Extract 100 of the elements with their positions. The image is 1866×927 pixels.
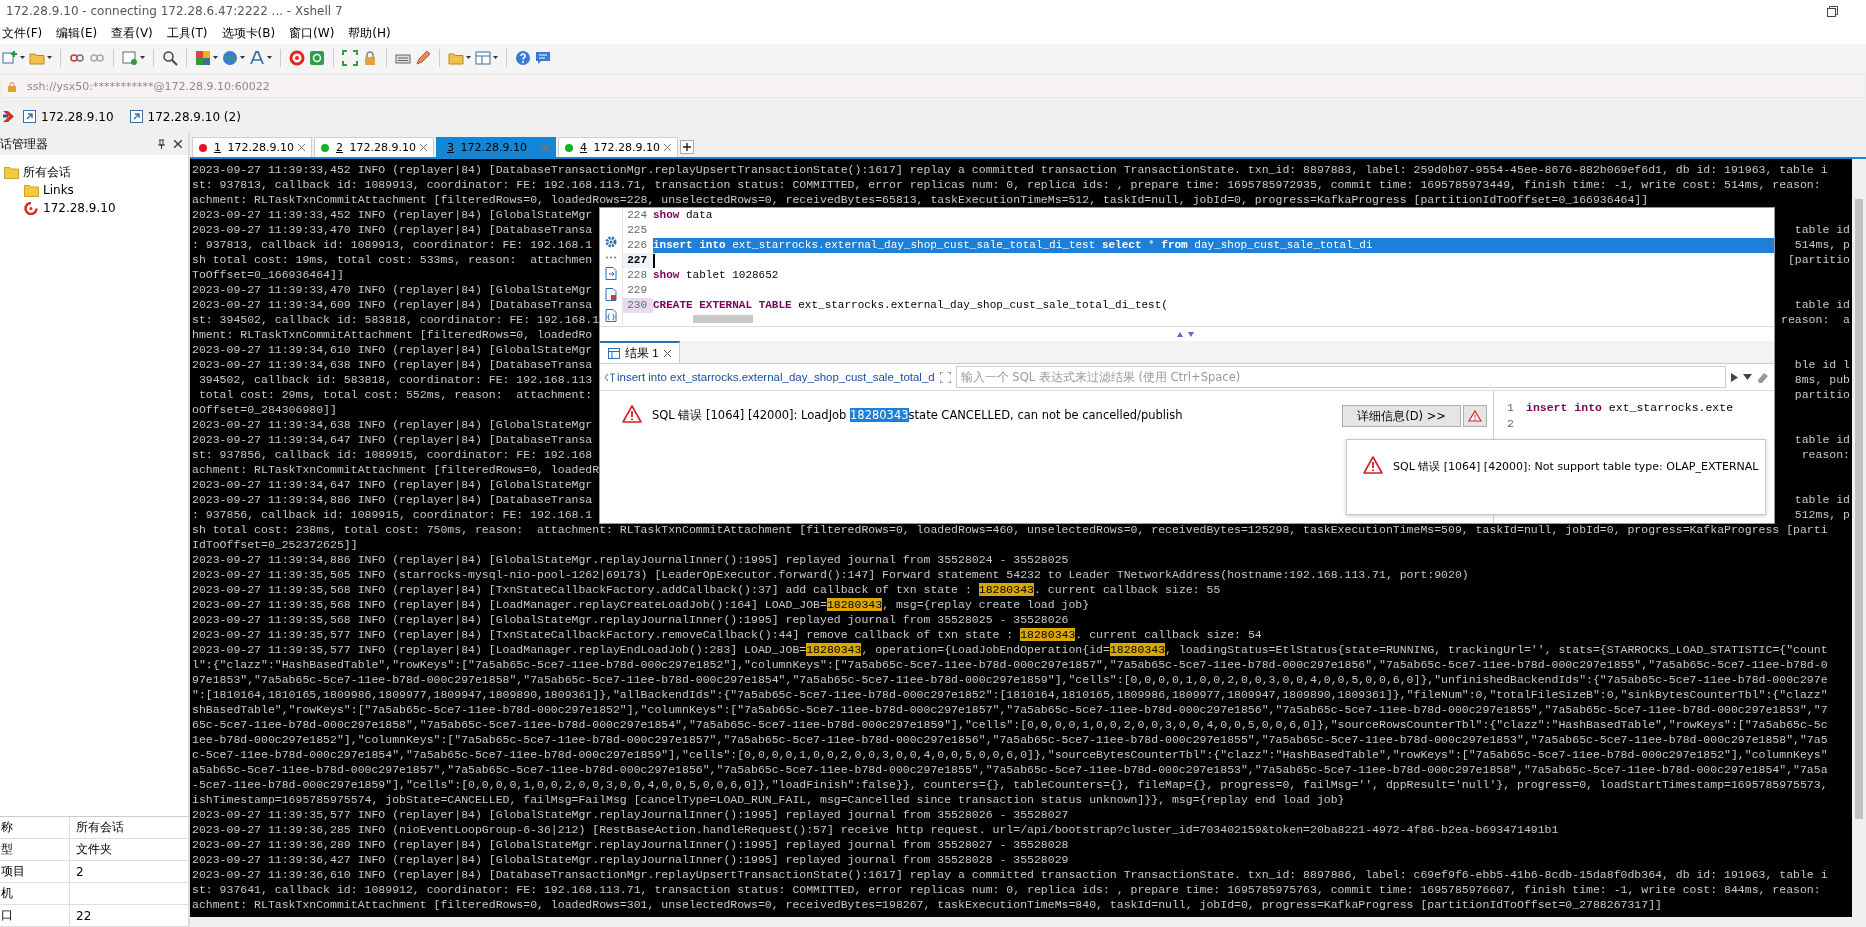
menu-item[interactable]: 查看(V) xyxy=(111,23,153,43)
property-value: 2 xyxy=(75,863,85,881)
fullscreen-icon[interactable] xyxy=(342,50,358,66)
log-line: 2023-09-27 11:39:34,647 INFO (replayer|84) [GlobalStateMgr xyxy=(192,477,593,492)
close-icon[interactable] xyxy=(174,140,182,148)
log-line: sh total cost: 19ms, total cost: 533ms, reason: attachmen xyxy=(192,252,593,267)
line-number: 224 xyxy=(626,208,648,223)
gear-icon[interactable] xyxy=(605,236,617,248)
search-icon[interactable] xyxy=(162,50,178,66)
log-line: 2023-09-27 11:39:34,647 INFO (replayer|84) [DatabaseTransa xyxy=(192,432,593,447)
log-line: 2023-09-27 11:39:34,638 INFO (replayer|84) [GlobalStateMgr xyxy=(192,417,593,432)
session-tab[interactable]: 3 172.28.9.10 xyxy=(436,137,556,157)
warning-icon xyxy=(1363,456,1383,474)
property-name: 型 xyxy=(0,839,70,860)
dots-icon[interactable] xyxy=(605,256,617,259)
menu-item[interactable]: 帮助(H) xyxy=(348,23,391,43)
property-name: 机 xyxy=(0,883,70,904)
session-tab[interactable]: 4 172.28.9.10 xyxy=(558,137,678,157)
pin-icon[interactable] xyxy=(157,139,166,149)
chat-icon[interactable] xyxy=(535,50,551,66)
caret-icon[interactable] xyxy=(140,56,145,60)
scrollbar-thumb[interactable] xyxy=(1855,199,1863,819)
details-button[interactable]: 详细信息(D) >> xyxy=(1342,405,1461,427)
log-line: 2023-09-27 11:39:35,577 INFO (replayer|84) [TxnStateCallbackFactory.removeCallback():44] remove callback of txn state : 18280343. current callback size: 54 xyxy=(192,627,1262,642)
log-line: 2023-09-27 11:39:34,609 INFO (replayer|84) [DatabaseTransa xyxy=(192,297,593,312)
log-line: 8ms, pub xyxy=(1794,372,1850,387)
play-icon[interactable] xyxy=(1731,372,1738,382)
close-icon[interactable] xyxy=(663,349,671,357)
log-line: 2023-09-27 11:39:34,886 INFO (replayer|84) [GlobalStateMgr.replayJournalInner():1995] replayed journal from 35528024 - 35528025 xyxy=(192,552,1069,567)
expand-icon[interactable] xyxy=(939,371,951,383)
session-tab[interactable]: 2 172.28.9.10 xyxy=(314,137,434,157)
log-line: st: 937856, callback id: 1089915, coordinator: FE: 192.168 xyxy=(192,447,593,462)
color-scheme-icon[interactable] xyxy=(195,50,211,66)
dropdown-icon[interactable] xyxy=(1743,374,1752,380)
code-line: show tablet 1028652 xyxy=(653,268,779,283)
notification-message: SQL 错误 [1064] [42000]: Not support table type: OLAP_EXTERNAL xyxy=(1393,459,1759,474)
menu-item[interactable]: 编辑(E) xyxy=(56,23,98,43)
log-line: ble id l xyxy=(1794,357,1850,372)
log-line: 2023-09-27 11:39:33,470 INFO (replayer|84) [GlobalStateMgr xyxy=(192,282,593,297)
quick-link[interactable]: 172.28.9.10 xyxy=(23,109,114,124)
line-number: 230 xyxy=(623,298,653,313)
log-line: : 937856, callback id: 1089915, coordinator: FE: 192.168.1 xyxy=(192,507,593,522)
line-number: 1 xyxy=(1506,399,1514,415)
warning-icon xyxy=(1468,410,1482,422)
add-tab-icon[interactable] xyxy=(680,140,694,154)
caret-icon[interactable] xyxy=(47,56,52,60)
tree-item[interactable]: 172.28.9.10 xyxy=(20,199,116,217)
tree-item[interactable]: Links xyxy=(20,181,74,199)
log-line: achment: RLTaskTxnCommitAttachment [filteredRows=0, loadedRows=228, unselectedRows=0, receivedBytes=65813, taskExecutionTimeMs=512, taskId=null, jobId=0, progress=KafkaProgress [partitionIdToOffset=0_166936464]] xyxy=(192,192,1649,207)
quick-link[interactable]: 172.28.9.10 (2) xyxy=(129,109,241,124)
property-value: 文件夹 xyxy=(75,841,113,858)
session-tab[interactable]: 1 172.28.9.10 xyxy=(192,137,312,157)
log-line: 2023-09-27 11:39:36,285 INFO (nioEventLoopGroup-6-36|212) [RestBaseAction.handleRequest():57] receive http request. url=/api/bootstrap?cluster_id=703402159&token=20ba8221-4972-4f86-b2ea-b693471491b1 xyxy=(192,822,1559,837)
log-line: -5ce7-11ee-b78d-000c297e1859"],"cells":[0,0,0,0,1,0,0,2,0,0,3,0,0,4,0,0,5,0,0,6,0]},"loadFinish":false}}, counters={}, tableCounters={}, fileMap={}, progress=0, failMsg='', dppResult='null'}, progress=0, loadStartTimestamp=1695785975573, xyxy=(192,777,1828,792)
lock-icon[interactable] xyxy=(362,50,378,66)
property-name: 项目 xyxy=(0,861,70,882)
log-line: table id xyxy=(1794,432,1850,447)
log-line: [partitio xyxy=(1787,252,1850,267)
warning-icon xyxy=(622,405,642,423)
log-line: achment: RLTaskTxnCommitAttachment [filteredRows=0, loadedRows=301, unselectedRows=0, receivedBytes=198267, taskExecutionTimeMs=840, taskId=null, jobId=0, progress=KafkaProgress [partitionIdToOffset=0_2788267317]] xyxy=(192,897,1662,912)
file-lock-icon[interactable] xyxy=(605,288,617,301)
log-line: a5ab65c-5ce7-11ee-b78d-000c297e1857","7a5ab65c-5ce7-11ee-b78d-000c297e1856","7a5ab65c-5ce7-11ee-b78d-000c297e1855","7a5ab65c-5ce7-11ee-b78d-000c297e1853","7a5ab65c-5ce7-11ee-b78d-000c297e1858","7a5ab65c-5ce7-11ee-b78d-000c297e1854","7a5a xyxy=(192,762,1828,777)
restore-window-icon[interactable] xyxy=(1827,5,1838,17)
scrollbar-thumb[interactable] xyxy=(693,315,753,323)
caret-icon[interactable] xyxy=(20,56,25,60)
log-line: reason: xyxy=(1801,447,1850,462)
log-line: ishTimestamp=1695785975574, jobState=CANCELLED, failMsg=FailMsg [cancelType=LOAD_RUN_FAIL, msg=Cancelled since transaction status unknown]}}, msg={replay end load job} xyxy=(192,792,1345,807)
flag-arrow-icon[interactable] xyxy=(2,110,15,123)
help-icon[interactable] xyxy=(515,50,531,66)
tree-item[interactable]: 所有会话 xyxy=(0,163,71,181)
log-line: shBasedTable","rowKeys":["7a5ab65c-5ce7-11ee-b78d-000c297e1852"],"columnKeys":["7a5ab65c-5ce7-11ee-b78d-000c297e1857","7a5ab65c-5ce7-11ee-b78d-000c297e1856","7a5ab65c-5ce7-11ee-b78d-000c297e1855","7a5ab65c-5ce7-11ee-b78d-000c297e1853","7 xyxy=(192,702,1828,717)
caret-icon[interactable] xyxy=(493,56,498,60)
error-message: SQL 错误 [1064] [42000]: LoadJob 18280343state CANCELLED, can not be cancelled/publish xyxy=(652,407,1183,423)
log-line: 65c-5ce7-11ee-b78d-000c297e1858","7a5ab65c-5ce7-11ee-b78d-000c297e1854","7a5ab65c-5ce7-11ee-b78d-000c297e1859"],"cells":[0,0,0,0,1,0,0,2,0,0,3,0,0,4,0,0,5,0,0,6,0]},"sourceRowsCounterTbl":{"clazz":"HashBasedTable","rowKeys":["7a5ab65c-5c xyxy=(192,717,1828,732)
log-line: 512ms, p xyxy=(1794,507,1850,522)
eraser-icon[interactable] xyxy=(1757,371,1769,383)
caret-icon[interactable] xyxy=(267,56,272,60)
caret-icon[interactable] xyxy=(240,56,245,60)
file-arrow-icon[interactable] xyxy=(605,267,617,280)
caret-icon[interactable] xyxy=(466,56,471,60)
log-line: 2023-09-27 11:39:35,505 INFO (starrocks-mysql-nio-pool-1262|69173) [LeaderOpExecutor.forward():147] Forward statement 54232 to Leader TNetworkAddress(hostname:192.168.113.71, port:9020) xyxy=(192,567,1469,582)
log-line: 2023-09-27 11:39:33,452 INFO (replayer|84) [GlobalStateMgr xyxy=(192,207,593,222)
menu-item[interactable]: 工具(T) xyxy=(166,23,208,43)
log-line: table id xyxy=(1794,492,1850,507)
filter-field[interactable]: 输入一个 SQL 表达式来过滤结果 (使用 Ctrl+Space) xyxy=(955,366,1726,388)
up-down-arrows-icon[interactable] xyxy=(1177,331,1197,337)
property-value: 所有会话 xyxy=(75,819,125,836)
font-icon[interactable] xyxy=(249,50,265,66)
menu-item[interactable]: 窗口(W) xyxy=(289,23,335,43)
pen-icon[interactable] xyxy=(415,50,431,66)
menu-item[interactable]: 选项卡(B) xyxy=(221,23,276,43)
log-line: 2023-09-27 11:39:36,427 INFO (replayer|84) [GlobalStateMgr.replayJournalInner():1995] replayed journal from 35528028 - 35528029 xyxy=(192,852,1069,867)
menu-item[interactable]: 文件(F) xyxy=(2,23,43,43)
globe-icon[interactable] xyxy=(222,50,238,66)
results-tab[interactable]: 结果 1 xyxy=(600,341,680,363)
warning-button[interactable] xyxy=(1463,405,1487,427)
log-line: st: 937813, callback id: 1089913, coordinator: FE: 192.168.113.71, transaction status: COMMITTED, error replicas num: 0, replica ids: , prepare time: 1695785972935, commit time: 1695785973449, finish time: -1, write cost: 514ms, reason: xyxy=(192,177,1821,192)
file-braces-icon[interactable] xyxy=(605,309,617,322)
line-number: 225 xyxy=(626,223,648,238)
caret-icon[interactable] xyxy=(213,56,218,60)
